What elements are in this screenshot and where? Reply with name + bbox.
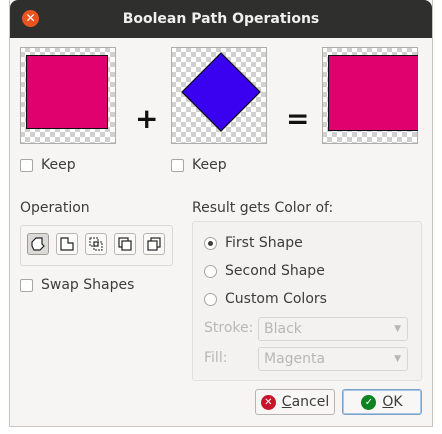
reverse-difference-button[interactable]	[143, 233, 165, 255]
second-shape-preview	[171, 47, 267, 144]
cancel-label: Cancel	[281, 394, 330, 410]
exclusion-button[interactable]	[114, 233, 136, 255]
fill-label: Fill:	[204, 350, 228, 366]
plus-symbol: +	[135, 102, 159, 135]
equals-symbol: =	[286, 102, 310, 135]
keep-second-row[interactable]: Keep	[171, 157, 227, 173]
radio-second-shape-button[interactable]	[204, 264, 217, 278]
intersection-icon	[89, 237, 103, 251]
check-icon: ✓	[361, 394, 377, 410]
radio-second-shape[interactable]: Second Shape	[204, 263, 325, 279]
intersection-button[interactable]	[85, 233, 107, 255]
swap-shapes-row[interactable]: Swap Shapes	[20, 277, 134, 293]
chevron-down-icon: ▼	[394, 354, 401, 364]
title-bar: ✕ Boolean Path Operations	[10, 0, 432, 38]
first-shape-square	[26, 55, 108, 129]
stroke-label: Stroke:	[204, 320, 254, 336]
fill-color-combo[interactable]: Magenta ▼	[258, 347, 408, 371]
cancel-button[interactable]: ✕ Cancel	[255, 389, 335, 415]
keep-second-label: Keep	[192, 157, 227, 173]
radio-custom-colors-button[interactable]	[204, 292, 217, 306]
result-shape	[328, 55, 418, 131]
radio-custom-colors[interactable]: Custom Colors	[204, 291, 327, 307]
radio-first-shape[interactable]: First Shape	[204, 235, 303, 251]
exclusion-icon	[118, 237, 132, 251]
keep-first-row[interactable]: Keep	[20, 157, 76, 173]
difference-icon	[60, 237, 74, 251]
difference-button[interactable]	[56, 233, 78, 255]
result-preview	[322, 47, 418, 144]
reverse-difference-icon	[147, 237, 161, 251]
keep-first-checkbox[interactable]	[20, 158, 33, 172]
keep-second-checkbox[interactable]	[171, 158, 184, 172]
keep-first-label: Keep	[41, 157, 76, 173]
operation-button-group	[20, 225, 173, 266]
boolean-path-operations-dialog: ✕ Boolean Path Operations + = Keep Keep …	[10, 0, 432, 426]
radio-first-shape-label: First Shape	[225, 235, 303, 251]
second-shape-diamond	[181, 52, 261, 132]
union-button[interactable]	[27, 233, 49, 255]
stroke-color-value: Black	[264, 321, 302, 337]
cancel-icon: ✕	[260, 394, 276, 410]
union-icon	[31, 237, 45, 251]
operation-label: Operation	[20, 200, 90, 216]
radio-first-shape-button[interactable]	[204, 236, 217, 250]
dialog-title: Boolean Path Operations	[122, 11, 320, 27]
ok-label: OK	[382, 394, 403, 410]
radio-second-shape-label: Second Shape	[225, 263, 325, 279]
chevron-down-icon: ▼	[394, 324, 401, 334]
swap-shapes-checkbox[interactable]	[20, 278, 33, 292]
fill-color-value: Magenta	[264, 351, 326, 367]
first-shape-preview	[20, 47, 116, 144]
radio-custom-colors-label: Custom Colors	[225, 291, 327, 307]
result-color-label: Result gets Color of:	[192, 200, 334, 216]
ok-button[interactable]: ✓ OK	[342, 389, 422, 415]
swap-shapes-label: Swap Shapes	[41, 277, 135, 293]
stroke-color-combo[interactable]: Black ▼	[258, 317, 408, 341]
